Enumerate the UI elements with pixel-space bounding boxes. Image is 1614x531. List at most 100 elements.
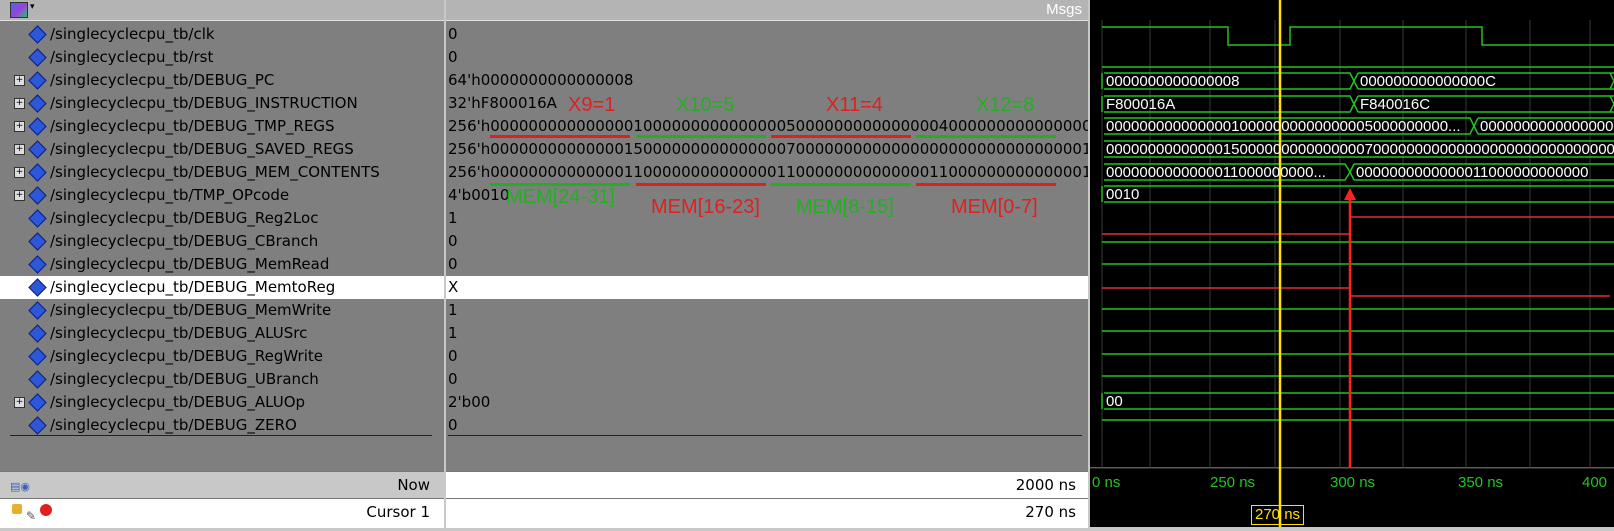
signal-name: /singlecyclecpu_tb/DEBUG_PC: [50, 71, 275, 89]
signal-value-row[interactable]: 0: [446, 230, 1088, 253]
signal-diamond-icon: [28, 347, 47, 366]
signal-diamond-icon: [28, 209, 47, 228]
signal-diamond-icon: [28, 94, 47, 113]
signal-name: /singlecyclecpu_tb/DEBUG_UBranch: [50, 370, 319, 388]
signal-row[interactable]: /singlecyclecpu_tb/DEBUG_UBranch: [0, 368, 444, 391]
mem-value-b: 0000000000000011000000000000: [1356, 164, 1589, 181]
signal-row[interactable]: + /singlecyclecpu_tb/TMP_OPcode: [0, 184, 444, 207]
mem16-underline: [636, 183, 766, 186]
signal-value-row[interactable]: 1: [446, 299, 1088, 322]
signal-value: 0: [448, 25, 458, 43]
chevron-down-icon[interactable]: ▾: [30, 2, 35, 12]
timeline-label-400: 400: [1582, 474, 1608, 491]
timeline-label-250: 250 ns: [1210, 474, 1256, 491]
annotation-x11: X11=4: [826, 94, 883, 116]
waveform-panel[interactable]: 0000000000000008 000000000000000C F80001…: [1090, 0, 1614, 527]
cursor-value: 270 ns: [1025, 503, 1076, 521]
signal-value: 0: [448, 48, 458, 66]
signal-value-row[interactable]: 0: [446, 345, 1088, 368]
signal-row[interactable]: /singlecyclecpu_tb/DEBUG_CBranch: [0, 230, 444, 253]
signal-row[interactable]: /singlecyclecpu_tb/clk: [0, 23, 444, 46]
signal-name: /singlecyclecpu_tb/DEBUG_MemtoReg: [50, 278, 336, 296]
signal-row[interactable]: + /singlecyclecpu_tb/DEBUG_TMP_REGS: [0, 115, 444, 138]
expand-icon[interactable]: +: [14, 190, 25, 201]
signal-name: /singlecyclecpu_tb/DEBUG_CBranch: [50, 232, 319, 250]
signal-diamond-icon: [28, 370, 47, 389]
signal-name: /singlecyclecpu_tb/rst: [50, 48, 214, 66]
signal-values-panel: Msgs 0 0 64'h0000000000000008 32'hF800016A 2…: [446, 0, 1088, 528]
remove-cursor-icon[interactable]: [40, 504, 52, 516]
signal-value: 1: [448, 209, 458, 227]
expand-icon[interactable]: +: [14, 397, 25, 408]
timeline-label-0: 0 ns: [1092, 474, 1121, 491]
signal-row[interactable]: /singlecyclecpu_tb/DEBUG_MemWrite: [0, 299, 444, 322]
annotation-x12: X12=8: [976, 94, 1035, 116]
now-label: Now: [397, 476, 430, 494]
x9-underline: [490, 135, 630, 138]
signal-name: /singlecyclecpu_tb/DEBUG_SAVED_REGS: [50, 140, 354, 158]
signal-value-row[interactable]: 0: [446, 23, 1088, 46]
signal-value: 4'b0010: [448, 186, 510, 204]
cursor-tool-icon[interactable]: ✎: [26, 503, 36, 529]
signal-name: /singlecyclecpu_tb/clk: [50, 25, 215, 43]
signal-value: 1: [448, 301, 458, 319]
lock-icon[interactable]: [12, 504, 22, 514]
signal-value-row[interactable]: 0: [446, 368, 1088, 391]
signal-diamond-icon: [28, 278, 47, 297]
signal-value: 32'hF800016A: [448, 94, 557, 112]
signal-value-row[interactable]: 64'h0000000000000008: [446, 69, 1088, 92]
names-header: ▾: [0, 0, 444, 21]
list-end-divider: [10, 435, 432, 436]
signal-row[interactable]: + /singlecyclecpu_tb/DEBUG_ALUOp: [0, 391, 444, 414]
signal-value-row[interactable]: 1: [446, 322, 1088, 345]
signal-diamond-icon: [28, 324, 47, 343]
signal-row[interactable]: /singlecyclecpu_tb/DEBUG_MemtoReg: [0, 276, 444, 299]
msgs-header: Msgs: [446, 0, 1088, 21]
expand-icon[interactable]: +: [14, 121, 25, 132]
expand-icon[interactable]: +: [14, 144, 25, 155]
signal-diamond-icon: [28, 25, 47, 44]
signal-type-icon[interactable]: [10, 2, 28, 18]
signal-name: /singlecyclecpu_tb/DEBUG_ALUSrc: [50, 324, 308, 342]
signal-name: /singlecyclecpu_tb/TMP_OPcode: [50, 186, 290, 204]
signal-name: /singlecyclecpu_tb/DEBUG_ZERO: [50, 416, 297, 434]
signal-value: X: [448, 278, 459, 296]
signal-row[interactable]: + /singlecyclecpu_tb/DEBUG_SAVED_REGS: [0, 138, 444, 161]
signal-row[interactable]: /singlecyclecpu_tb/DEBUG_ALUSrc: [0, 322, 444, 345]
signal-row[interactable]: /singlecyclecpu_tb/DEBUG_Reg2Loc: [0, 207, 444, 230]
signal-row[interactable]: + /singlecyclecpu_tb/DEBUG_MEM_CONTENTS: [0, 161, 444, 184]
signal-value-row[interactable]: X: [446, 276, 1088, 299]
signal-value: 256'h00000000000000150000000000000007000…: [448, 140, 1088, 158]
mem0-underline: [916, 183, 1056, 186]
x10-underline: [636, 135, 766, 138]
expand-icon[interactable]: +: [14, 98, 25, 109]
expand-icon[interactable]: +: [14, 75, 25, 86]
signal-row[interactable]: /singlecyclecpu_tb/rst: [0, 46, 444, 69]
annotation-mem8: MEM[8-15]: [796, 196, 894, 218]
signal-value-row[interactable]: 0: [446, 46, 1088, 69]
signal-diamond-icon: [28, 393, 47, 412]
signal-value-row[interactable]: 0: [446, 253, 1088, 276]
signal-row[interactable]: /singlecyclecpu_tb/DEBUG_ZERO: [0, 414, 444, 437]
signal-row[interactable]: /singlecyclecpu_tb/DEBUG_RegWrite: [0, 345, 444, 368]
signal-row[interactable]: + /singlecyclecpu_tb/DEBUG_PC: [0, 69, 444, 92]
aluop-value: 00: [1106, 393, 1123, 410]
tmp-value-b: 0000000000000000: [1480, 118, 1614, 135]
x12-underline: [916, 135, 1056, 138]
cursor-time-badge[interactable]: 270 ns: [1251, 505, 1305, 525]
signal-row[interactable]: /singlecyclecpu_tb/DEBUG_MemRead: [0, 253, 444, 276]
signal-value-row[interactable]: 2'b00: [446, 391, 1088, 414]
signal-value: 256'h00000000000000110000000000000011000…: [448, 163, 1088, 181]
now-value-row: 2000 ns: [446, 471, 1088, 498]
signal-value-row[interactable]: 256'h00000000000000150000000000000007000…: [446, 138, 1088, 161]
signal-value-row[interactable]: 0: [446, 414, 1088, 437]
msgs-label: Msgs: [1046, 1, 1082, 18]
values-end-divider: [448, 435, 1082, 436]
expand-icon[interactable]: +: [14, 167, 25, 178]
now-icons[interactable]: ▤◉: [10, 474, 30, 500]
signal-name: /singlecyclecpu_tb/DEBUG_INSTRUCTION: [50, 94, 358, 112]
signal-value-row[interactable]: 256'h00000000000000110000000000000011000…: [446, 161, 1088, 184]
signal-value: 64'h0000000000000008: [448, 71, 634, 89]
signal-diamond-icon: [28, 117, 47, 136]
signal-row[interactable]: + /singlecyclecpu_tb/DEBUG_INSTRUCTION: [0, 92, 444, 115]
